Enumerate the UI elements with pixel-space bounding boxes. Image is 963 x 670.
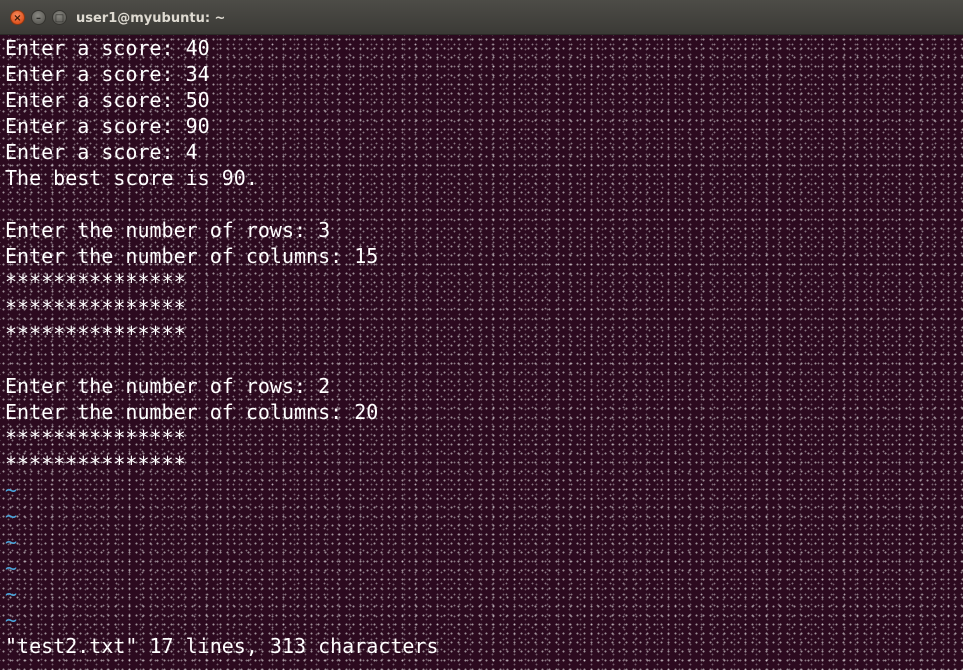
output-line: *************** bbox=[5, 426, 186, 450]
output-line: *************** bbox=[5, 270, 186, 294]
empty-line-tilde: ~ bbox=[5, 530, 18, 554]
output-line: *************** bbox=[5, 452, 186, 476]
output-line: Enter a score: 90 bbox=[5, 114, 210, 138]
output-line: Enter the number of columns: 15 bbox=[5, 244, 379, 268]
output-line: Enter the number of columns: 20 bbox=[5, 400, 379, 424]
output-line: Enter a score: 50 bbox=[5, 88, 210, 112]
empty-line-tilde: ~ bbox=[5, 556, 18, 580]
minimize-window-button[interactable]: – bbox=[31, 10, 46, 25]
terminal-window: × – □ user1@myubuntu: ~ Enter a score: 4… bbox=[0, 0, 963, 670]
output-line: *************** bbox=[5, 322, 186, 346]
output-line: The best score is 90. bbox=[5, 166, 258, 190]
output-line: Enter a score: 40 bbox=[5, 36, 210, 60]
output-line: Enter the number of rows: 2 bbox=[5, 374, 331, 398]
output-line: Enter a score: 34 bbox=[5, 62, 210, 86]
empty-line-tilde: ~ bbox=[5, 478, 18, 502]
maximize-window-button[interactable]: □ bbox=[52, 10, 67, 25]
window-title: user1@myubuntu: ~ bbox=[76, 11, 226, 26]
empty-line-tilde: ~ bbox=[5, 582, 18, 606]
empty-line-tilde: ~ bbox=[5, 504, 18, 528]
empty-line-tilde: ~ bbox=[5, 608, 18, 632]
status-line: "test2.txt" 17 lines, 313 characters bbox=[5, 634, 439, 658]
close-window-button[interactable]: × bbox=[10, 10, 25, 25]
terminal-content[interactable]: Enter a score: 40 Enter a score: 34 Ente… bbox=[0, 35, 963, 670]
output-line: Enter the number of rows: 3 bbox=[5, 218, 331, 242]
title-bar[interactable]: × – □ user1@myubuntu: ~ bbox=[0, 0, 963, 35]
output-line: *************** bbox=[5, 296, 186, 320]
output-line: Enter a score: 4 bbox=[5, 140, 198, 164]
